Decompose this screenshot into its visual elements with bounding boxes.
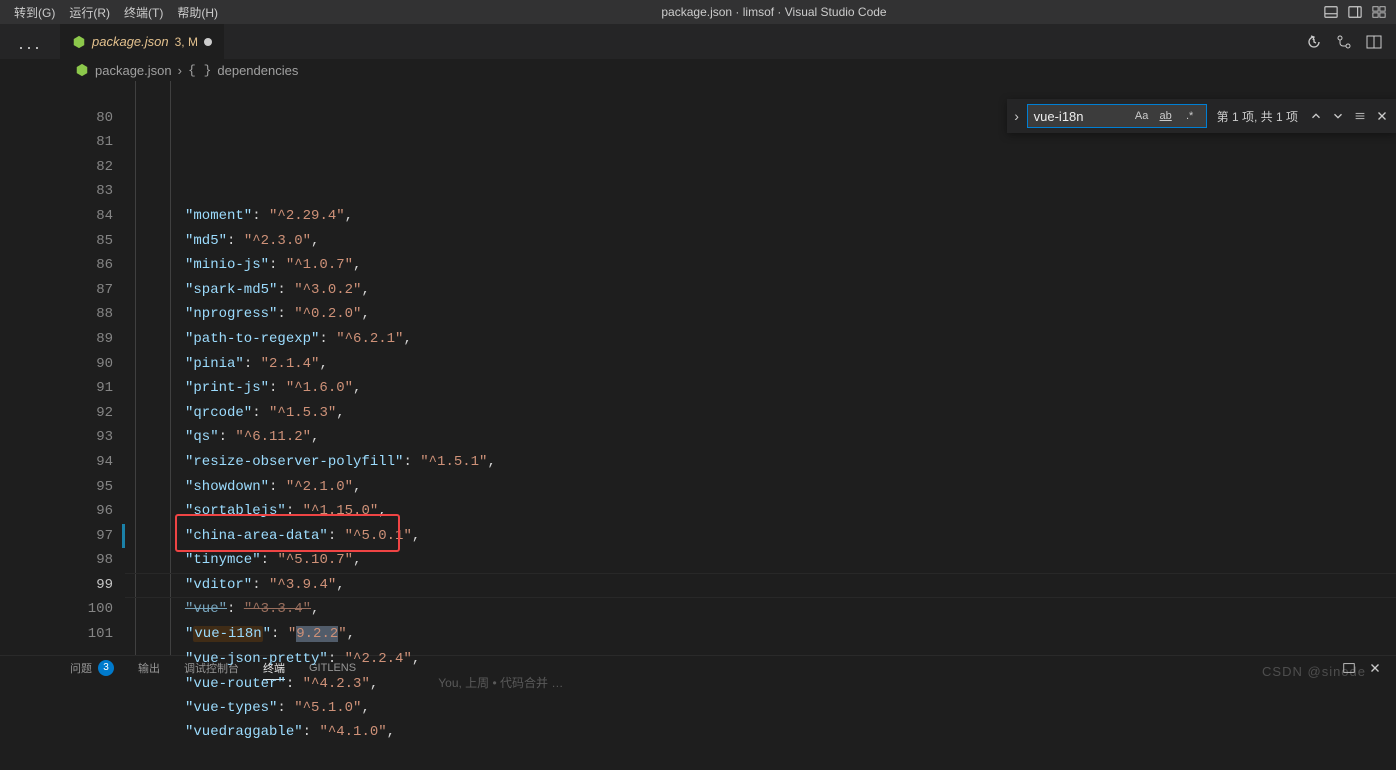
- breadcrumb[interactable]: package.json › { } dependencies: [0, 59, 1396, 81]
- code-line[interactable]: "vue-i18n": "9.2.2",: [125, 622, 1396, 647]
- find-case-toggle[interactable]: Aa: [1132, 106, 1152, 126]
- tab-git-status: 3, M: [175, 35, 198, 49]
- line-number: 91: [0, 376, 113, 401]
- find-widget: › vue-i18n Aa ab .* 第 1 项, 共 1 项: [1007, 99, 1396, 133]
- find-result-count: 第 1 项, 共 1 项: [1207, 108, 1308, 125]
- line-number: 100: [0, 597, 113, 622]
- activity-more-icon[interactable]: ···: [18, 37, 42, 58]
- code-line[interactable]: "vue": "^3.3.4",: [125, 597, 1396, 622]
- line-number: 83: [0, 179, 113, 204]
- find-query-text: vue-i18n: [1034, 109, 1128, 124]
- code-content[interactable]: "moment": "^2.29.4","md5": "^2.3.0","min…: [125, 81, 1396, 655]
- code-line[interactable]: "md5": "^2.3.0",: [125, 229, 1396, 254]
- line-number: 86: [0, 253, 113, 278]
- titlebar: 转到(G) 运行(R) 终端(T) 帮助(H) package.json · l…: [0, 0, 1396, 24]
- find-regex-toggle[interactable]: .*: [1180, 106, 1200, 126]
- line-number: 93: [0, 425, 113, 450]
- breadcrumb-section[interactable]: dependencies: [217, 63, 298, 78]
- tab-dirty-indicator[interactable]: [204, 38, 212, 46]
- titlebar-controls: [1324, 5, 1396, 19]
- code-line[interactable]: "vue-json-pretty": "^2.2.4",: [125, 647, 1396, 672]
- menu-help[interactable]: 帮助(H): [171, 4, 224, 21]
- find-word-toggle[interactable]: ab: [1156, 106, 1176, 126]
- line-number: 84: [0, 204, 113, 229]
- menu-run[interactable]: 运行(R): [63, 4, 116, 21]
- code-line[interactable]: "qrcode": "^1.5.3",: [125, 401, 1396, 426]
- line-number: 81: [0, 130, 113, 155]
- code-line[interactable]: "moment": "^2.29.4",: [125, 204, 1396, 229]
- layout-panel-icon[interactable]: [1324, 5, 1338, 19]
- code-line[interactable]: "vuedraggable": "^4.1.0",: [125, 720, 1396, 745]
- line-number: 98: [0, 548, 113, 573]
- chevron-right-icon: ›: [178, 63, 182, 78]
- code-line[interactable]: "resize-observer-polyfill": "^1.5.1",: [125, 450, 1396, 475]
- code-line[interactable]: "sortablejs": "^1.15.0",: [125, 499, 1396, 524]
- line-number-gutter: 8081828384858687888990919293949596979899…: [0, 81, 125, 655]
- line-number: 85: [0, 229, 113, 254]
- code-line[interactable]: "tinymce": "^5.10.7",: [125, 548, 1396, 573]
- timeline-icon[interactable]: [1306, 34, 1322, 50]
- tab-package-json[interactable]: package.json 3, M: [60, 24, 225, 59]
- line-number: 95: [0, 475, 113, 500]
- code-line[interactable]: "nprogress": "^0.2.0",: [125, 302, 1396, 327]
- nodejs-icon: [75, 63, 89, 77]
- line-number: 82: [0, 155, 113, 180]
- layout-sidebar-icon[interactable]: [1348, 5, 1362, 19]
- layout-grid-icon[interactable]: [1372, 5, 1386, 19]
- line-number: 92: [0, 401, 113, 426]
- nodejs-icon: [72, 35, 86, 49]
- code-line[interactable]: "spark-md5": "^3.0.2",: [125, 278, 1396, 303]
- code-line[interactable]: "qs": "^6.11.2",: [125, 425, 1396, 450]
- breadcrumb-file[interactable]: package.json: [95, 63, 172, 78]
- braces-icon: { }: [188, 63, 211, 78]
- code-line[interactable]: "pinia": "2.1.4",: [125, 352, 1396, 377]
- code-line[interactable]: "minio-js": "^1.0.7",: [125, 253, 1396, 278]
- line-number: 99: [0, 573, 113, 598]
- find-next-icon[interactable]: [1330, 108, 1346, 124]
- compare-icon[interactable]: [1336, 34, 1352, 50]
- line-number: 101: [0, 622, 113, 647]
- tab-filename: package.json: [92, 34, 169, 49]
- line-number: 89: [0, 327, 113, 352]
- code-line[interactable]: "vue-router": "^4.2.3",You, 上周 • 代码合并 …: [125, 671, 1396, 696]
- split-editor-icon[interactable]: [1366, 34, 1382, 50]
- find-input[interactable]: vue-i18n Aa ab .*: [1027, 104, 1207, 128]
- find-replace-toggle[interactable]: ›: [1007, 99, 1027, 133]
- line-number: 94: [0, 450, 113, 475]
- editor[interactable]: 8081828384858687888990919293949596979899…: [0, 81, 1396, 655]
- line-number: 90: [0, 352, 113, 377]
- editor-tabs: package.json 3, M: [0, 24, 1396, 59]
- line-number: 88: [0, 302, 113, 327]
- code-line[interactable]: "print-js": "^1.6.0",: [125, 376, 1396, 401]
- watermark: CSDN @sinode: [1262, 664, 1366, 679]
- line-number: 96: [0, 499, 113, 524]
- menu-goto[interactable]: 转到(G): [8, 4, 61, 21]
- code-line[interactable]: "vue-types": "^5.1.0",: [125, 696, 1396, 721]
- find-selection-icon[interactable]: [1352, 108, 1368, 124]
- gitlens-blame-annotation: You, 上周 • 代码合并 …: [438, 676, 563, 690]
- code-line[interactable]: "china-area-data": "^5.0.1",: [125, 524, 1396, 549]
- menu-bar: 转到(G) 运行(R) 终端(T) 帮助(H): [0, 4, 224, 21]
- line-number: 97: [0, 524, 113, 549]
- find-previous-icon[interactable]: [1308, 108, 1324, 124]
- line-number: 80: [0, 106, 113, 131]
- line-number: 87: [0, 278, 113, 303]
- code-line[interactable]: "showdown": "^2.1.0",: [125, 475, 1396, 500]
- window-title: package.json · limsof · Visual Studio Co…: [224, 5, 1324, 19]
- find-close-icon[interactable]: [1374, 108, 1390, 124]
- editor-actions: [1306, 24, 1396, 59]
- code-line[interactable]: "path-to-regexp": "^6.2.1",: [125, 327, 1396, 352]
- menu-terminal[interactable]: 终端(T): [118, 4, 169, 21]
